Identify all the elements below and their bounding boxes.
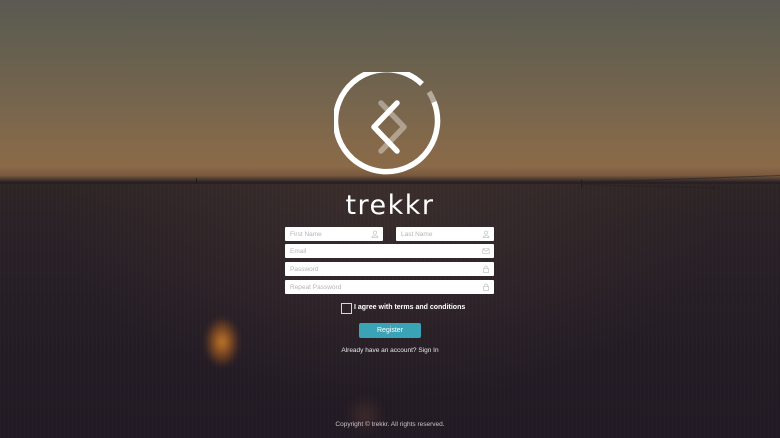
password-input[interactable] bbox=[285, 262, 494, 276]
register-button[interactable]: Register bbox=[359, 323, 421, 338]
terms-checkbox[interactable] bbox=[341, 303, 352, 314]
user-icon bbox=[371, 230, 379, 238]
first-name-field[interactable] bbox=[285, 227, 383, 241]
brand-name: trekkr bbox=[345, 190, 435, 221]
first-name-input[interactable] bbox=[285, 227, 383, 241]
background-pole bbox=[196, 178, 197, 184]
user-icon bbox=[482, 230, 490, 238]
copyright-text: Copyright © trekkr. All rights reserved. bbox=[335, 421, 445, 428]
signin-prompt: Already have an account? Sign In bbox=[0, 347, 780, 354]
terms-label[interactable]: I agree with terms and conditions bbox=[354, 304, 465, 311]
register-page: trekkr First Name Last Name Email I agre… bbox=[0, 0, 780, 438]
signin-link[interactable]: Sign In bbox=[418, 347, 438, 354]
email-field[interactable] bbox=[285, 244, 494, 258]
lens-flare bbox=[345, 395, 385, 435]
repeat-password-field[interactable] bbox=[285, 280, 494, 294]
signin-prompt-text: Already have an account? bbox=[341, 347, 417, 354]
lock-icon bbox=[483, 265, 489, 273]
last-name-input[interactable] bbox=[396, 227, 494, 241]
trekkr-logo-icon bbox=[334, 72, 441, 175]
email-input[interactable] bbox=[285, 244, 494, 258]
lock-icon bbox=[483, 283, 489, 291]
repeat-password-input[interactable] bbox=[285, 280, 494, 294]
envelope-icon bbox=[482, 248, 490, 254]
last-name-field[interactable] bbox=[396, 227, 494, 241]
password-field[interactable] bbox=[285, 262, 494, 276]
lens-flare bbox=[205, 318, 239, 366]
